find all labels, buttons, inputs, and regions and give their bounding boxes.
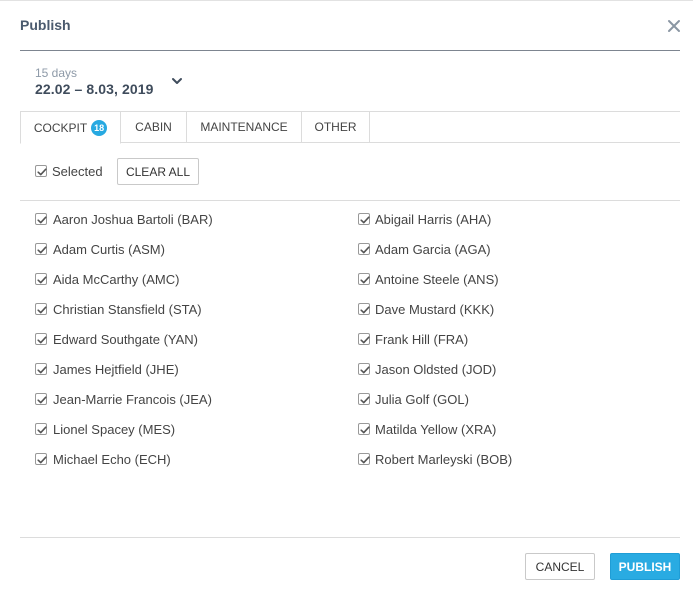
- crew-checkbox[interactable]: [35, 213, 47, 225]
- crew-member-label: Michael Echo (ECH): [53, 452, 171, 467]
- crew-member-label: Jason Oldsted (JOD): [375, 362, 497, 377]
- crew-checkbox[interactable]: [358, 213, 370, 225]
- date-range: 22.02 – 8.03, 2019: [35, 81, 154, 97]
- date-duration: 15 days: [35, 66, 78, 80]
- crew-member-label: Robert Marleyski (BOB): [375, 452, 513, 467]
- count-badge: 18: [91, 119, 108, 136]
- crew-tabs: COCKPIT 18 CABIN MAINTENANCE OTHER: [20, 111, 680, 144]
- crew-checkbox[interactable]: [35, 333, 47, 345]
- crew-member-label: Abigail Harris (AHA): [375, 212, 492, 227]
- crew-checkbox[interactable]: [358, 303, 370, 315]
- publish-dialog: Publish 15 days 22.02 – 8.03, 2019 COCKP…: [0, 0, 693, 598]
- crew-member-label: Aaron Joshua Bartoli (BAR): [53, 212, 213, 227]
- crew-checkbox[interactable]: [358, 273, 370, 285]
- crew-checkbox[interactable]: [35, 303, 47, 315]
- crew-checkbox[interactable]: [358, 243, 370, 255]
- crew-member-label: James Hejtfield (JHE): [53, 362, 179, 377]
- crew-member-label: Dave Mustard (KKK): [375, 302, 495, 317]
- tab-maintenance[interactable]: MAINTENANCE: [187, 111, 302, 143]
- crew-member-label: Antoine Steele (ANS): [375, 272, 499, 287]
- crew-member-label: Aida McCarthy (AMC): [53, 272, 180, 287]
- crew-checkbox[interactable]: [358, 333, 370, 345]
- crew-checkbox[interactable]: [358, 423, 370, 435]
- crew-member-label: Julia Golf (GOL): [375, 392, 469, 407]
- crew-member-label: Frank Hill (FRA): [375, 332, 469, 347]
- crew-checkbox[interactable]: [35, 363, 47, 375]
- crew-checkbox[interactable]: [358, 453, 370, 465]
- chevron-down-icon[interactable]: [170, 74, 184, 88]
- footer-divider: [20, 537, 680, 538]
- selected-label: Selected: [52, 164, 103, 179]
- crew-checkbox[interactable]: [35, 273, 47, 285]
- tab-label: COCKPIT: [33, 120, 88, 135]
- crew-member-label: Adam Curtis (ASM): [53, 242, 165, 257]
- publish-button[interactable]: PUBLISH: [610, 553, 680, 580]
- tab-label: MAINTENANCE: [200, 120, 288, 134]
- selected-checkbox[interactable]: [35, 165, 47, 177]
- crew-member-label: Christian Stansfield (STA): [53, 302, 202, 317]
- crew-member-label: Matilda Yellow (XRA): [375, 422, 497, 437]
- crew-member-label: Adam Garcia (AGA): [375, 242, 491, 257]
- tab-other[interactable]: OTHER: [302, 111, 370, 143]
- crew-checkbox[interactable]: [35, 243, 47, 255]
- clear-all-button[interactable]: CLEAR ALL: [117, 158, 199, 185]
- crew-member-label: Jean-Marrie Francois (JEA): [53, 392, 212, 407]
- close-icon[interactable]: [664, 16, 684, 36]
- crew-member-label: Lionel Spacey (MES): [53, 422, 176, 437]
- dialog-title: Publish: [20, 17, 71, 33]
- list-divider: [20, 200, 680, 201]
- crew-checkbox[interactable]: [35, 393, 47, 405]
- crew-checkbox[interactable]: [358, 363, 370, 375]
- crew-checkbox[interactable]: [35, 423, 47, 435]
- crew-checkbox[interactable]: [35, 453, 47, 465]
- title-divider: [20, 50, 680, 51]
- tab-cockpit[interactable]: COCKPIT 18: [20, 111, 121, 144]
- tab-cabin[interactable]: CABIN: [121, 111, 187, 143]
- tab-label: OTHER: [314, 120, 357, 134]
- cancel-button[interactable]: CANCEL: [525, 553, 595, 580]
- tab-label: CABIN: [135, 120, 172, 134]
- crew-member-label: Edward Southgate (YAN): [53, 332, 198, 347]
- crew-checkbox[interactable]: [358, 393, 370, 405]
